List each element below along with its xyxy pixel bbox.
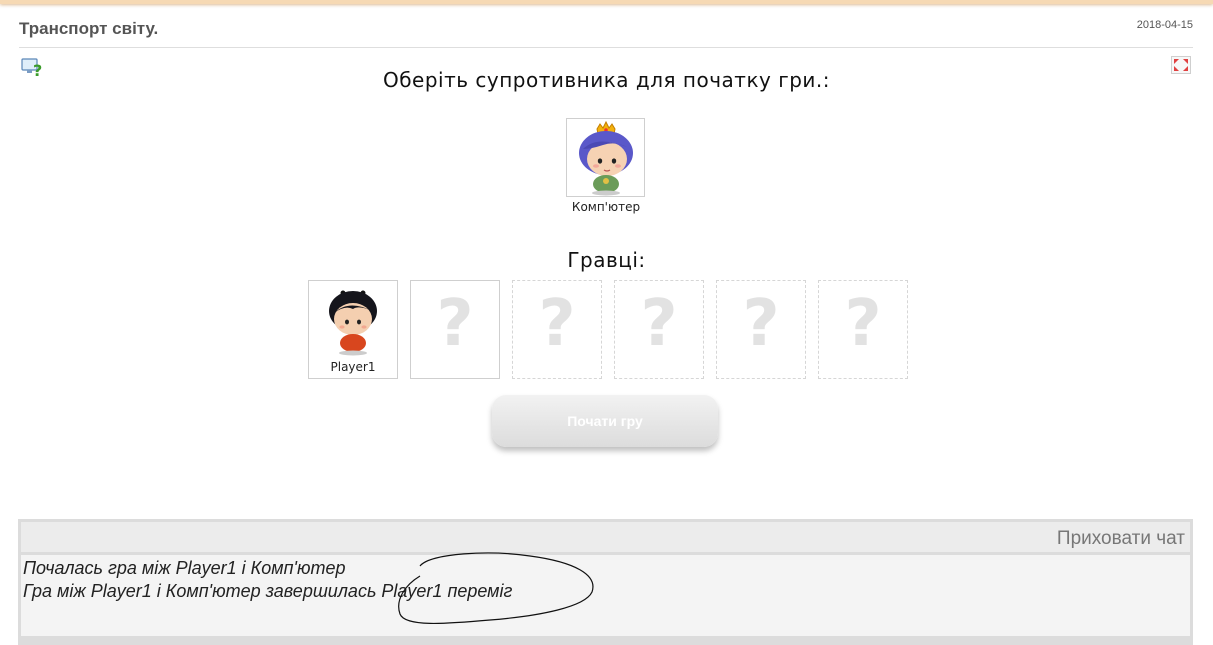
- empty-slot-question-icon: ?: [640, 287, 678, 361]
- player-slot-3: ?: [512, 280, 602, 379]
- post-date: 2018-04-15: [1136, 19, 1193, 31]
- start-game-button[interactable]: Почати гру: [492, 395, 718, 447]
- opponent-computer-label: Комп'ютер: [571, 200, 641, 214]
- player-name-1: Player1: [330, 360, 376, 374]
- empty-slot-question-icon: ?: [436, 287, 474, 361]
- title-divider: [19, 47, 1193, 48]
- hide-chat-link[interactable]: Приховати чат: [1057, 528, 1185, 550]
- player-slot-6: ?: [818, 280, 908, 379]
- chat-message: Гра між Player1 і Комп'ютер завершилась …: [23, 581, 513, 601]
- chat-message: Почалась гра між Player1 і Комп'ютер: [23, 558, 346, 578]
- chat-panel: Приховати чат Почалась гра між Player1 і…: [18, 519, 1193, 645]
- empty-slot-question-icon: ?: [538, 287, 576, 361]
- empty-slot-question-icon: ?: [742, 287, 780, 361]
- boy-avatar-icon: [329, 290, 377, 356]
- player-slot-2[interactable]: ?: [410, 280, 500, 379]
- princess-avatar-icon: [579, 120, 633, 196]
- player-slot-4: ?: [614, 280, 704, 379]
- chat-log: Почалась гра між Player1 і Комп'ютер Гра…: [21, 555, 1190, 636]
- opponent-computer-card[interactable]: [566, 118, 645, 197]
- chat-header: Приховати чат: [21, 522, 1190, 552]
- player-slot-1: Player1: [308, 280, 398, 379]
- top-accent-bar: [0, 0, 1213, 4]
- choose-opponent-heading: Оберіть супротивника для початку гри.:: [382, 68, 831, 92]
- player-slot-5: ?: [716, 280, 806, 379]
- page-title: Транспорт світу.: [19, 19, 159, 38]
- players-heading: Гравці:: [567, 248, 646, 272]
- empty-slot-question-icon: ?: [844, 287, 882, 361]
